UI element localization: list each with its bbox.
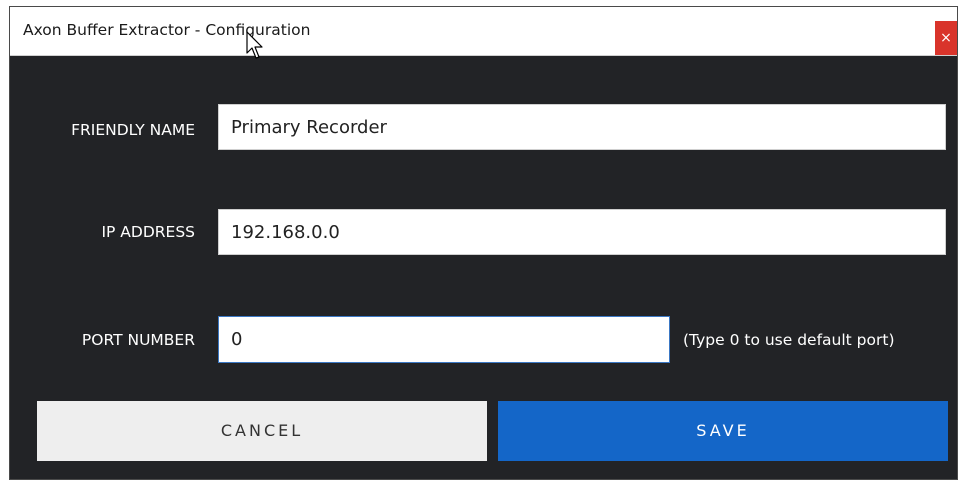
- ip-address-input[interactable]: [218, 209, 946, 255]
- close-button[interactable]: ×: [935, 21, 957, 55]
- configuration-dialog: Axon Buffer Extractor - Configuration × …: [9, 6, 958, 480]
- window-title: Axon Buffer Extractor - Configuration: [23, 21, 311, 39]
- mouse-pointer-icon: [246, 31, 263, 59]
- port-number-hint: (Type 0 to use default port): [683, 331, 895, 349]
- port-number-input[interactable]: [218, 316, 670, 363]
- friendly-name-input[interactable]: [218, 104, 946, 150]
- port-number-label: PORT NUMBER: [81, 331, 195, 349]
- ip-address-label: IP ADDRESS: [101, 223, 195, 241]
- close-icon: ×: [940, 30, 952, 46]
- title-bar[interactable]: Axon Buffer Extractor - Configuration ×: [10, 7, 957, 56]
- friendly-name-label: FRIENDLY NAME: [71, 121, 195, 139]
- save-button[interactable]: SAVE: [498, 401, 948, 461]
- cancel-button[interactable]: CANCEL: [37, 401, 487, 461]
